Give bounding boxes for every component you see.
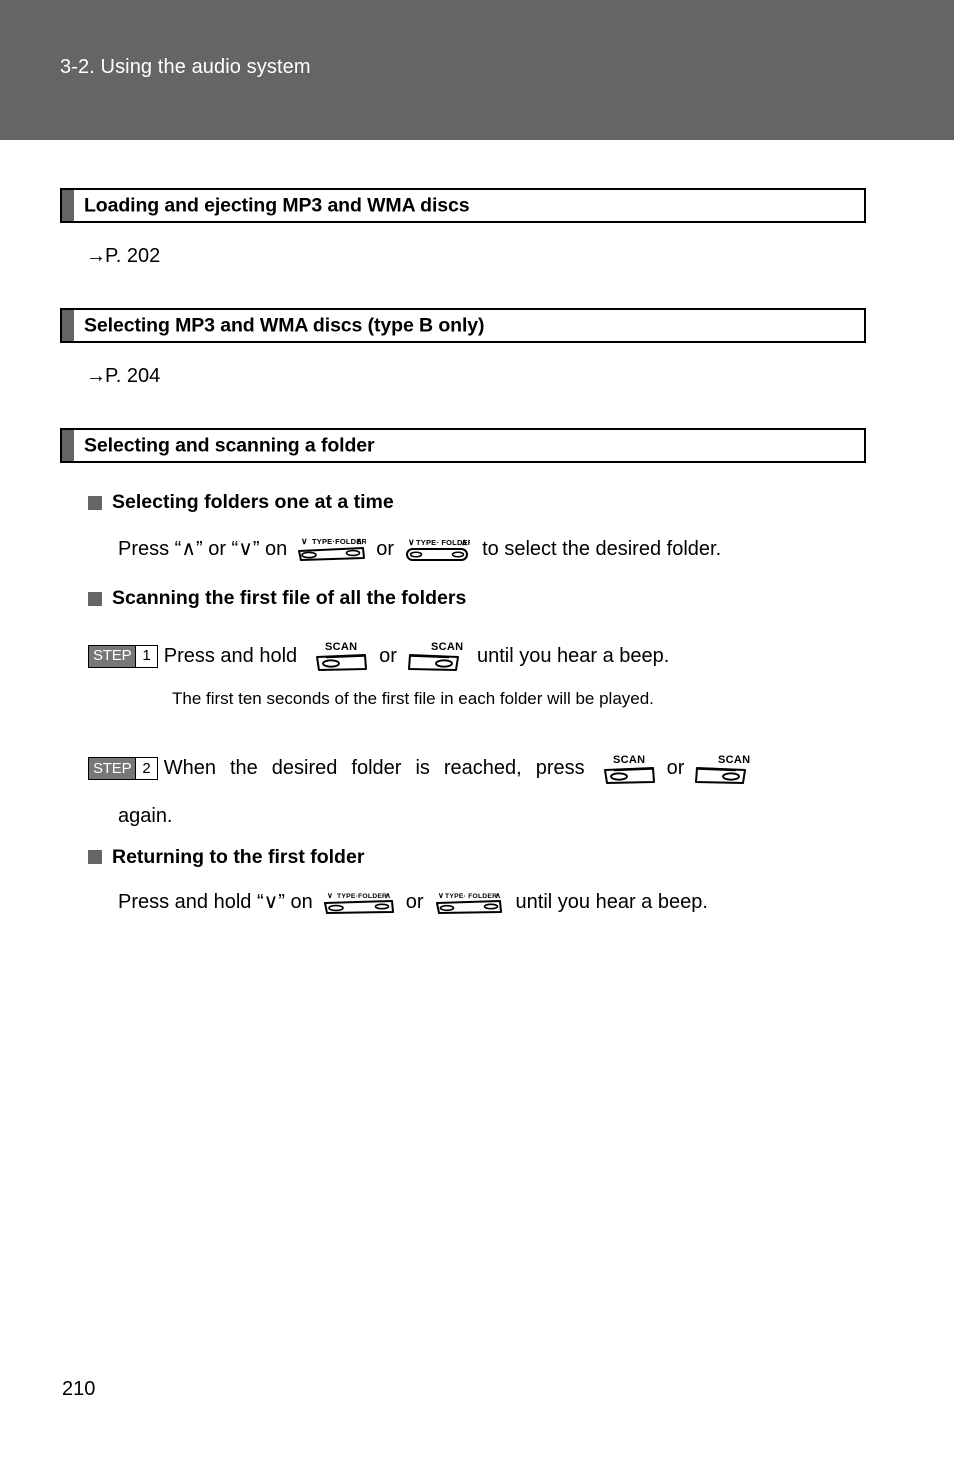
- section-header-loading-ejecting: Loading and ejecting MP3 and WMA discs: [60, 188, 866, 223]
- section-header-selecting-scanning-folder: Selecting and scanning a folder: [60, 428, 866, 463]
- arrow-right-icon: →: [86, 245, 106, 267]
- section-header-selecting-discs: Selecting MP3 and WMA discs (type B only…: [60, 308, 866, 343]
- svg-text:∨: ∨: [301, 536, 308, 546]
- type-folder-rocker-compact-icon[interactable]: ∨ TYPE· FOLDER ∧: [434, 888, 504, 918]
- step-badge-1: STEP 1: [88, 644, 158, 668]
- step-2-word: press: [535, 757, 585, 780]
- section-title: Selecting MP3 and WMA discs (type B only…: [84, 314, 485, 336]
- instruction-select-folder: Press “∧” or “∨” on ∨ TYPE·FOLDER ∧ or ∨…: [118, 533, 954, 565]
- svg-text:∧: ∧: [495, 891, 501, 900]
- type-folder-rocker-wide-icon[interactable]: ∨ TYPE·FOLDER ∧: [296, 533, 366, 565]
- page-number: 210: [62, 1378, 96, 1400]
- instruction-return-first-folder: Press and hold “∨” on ∨ TYPE·FOLDER ∧ or…: [118, 888, 954, 918]
- section-title: Selecting and scanning a folder: [84, 434, 375, 456]
- section-title: Loading and ejecting MP3 and WMA discs: [84, 194, 470, 216]
- square-bullet-icon: [88, 591, 102, 606]
- subheading-label: Returning to the first folder: [112, 845, 365, 868]
- subheading-label: Scanning the first file of all the folde…: [112, 587, 467, 609]
- svg-text:SCAN: SCAN: [718, 754, 750, 766]
- step-badge-2: STEP 2: [88, 757, 158, 781]
- page-header-band: 3-2. Using the audio system: [0, 0, 954, 140]
- step-badge-word: STEP: [89, 645, 136, 667]
- step-1-conjunction: or: [379, 644, 397, 667]
- subheading-returning-first-folder: Returning to the first folder: [88, 846, 954, 869]
- step-2-continuation: again.: [118, 804, 173, 827]
- step-2-word: folder: [351, 757, 402, 780]
- step-1-note: The first ten seconds of the first file …: [172, 689, 654, 708]
- step-2-word: desired: [271, 757, 338, 780]
- step-2-word: reached,: [443, 757, 522, 780]
- step-1-text-suffix: until you hear a beep.: [476, 644, 670, 667]
- instruction-conjunction: or: [376, 537, 395, 560]
- step-1-text-prefix: Press and hold: [163, 644, 298, 667]
- section-tab-marker: [62, 310, 74, 341]
- step-2-word: is: [415, 757, 430, 780]
- page-title: 3-2. Using the audio system: [60, 56, 311, 78]
- instruction-text-prefix: Press and hold “∨” on: [118, 891, 313, 914]
- step-2-conjunction: or: [666, 757, 685, 780]
- svg-text:TYPE·FOLDER: TYPE·FOLDER: [337, 893, 387, 900]
- page-content: Loading and ejecting MP3 and WMA discs →…: [0, 140, 954, 918]
- svg-text:SCAN: SCAN: [613, 754, 645, 766]
- step-2-word: When: [163, 757, 216, 780]
- section-tab-marker: [62, 430, 74, 461]
- svg-text:∧: ∧: [385, 891, 391, 900]
- step-badge-number: 1: [135, 645, 157, 667]
- cross-reference-loading-ejecting[interactable]: →P. 202: [86, 245, 954, 268]
- step-2-row: STEP 2 When the desired folder is reache…: [88, 749, 954, 789]
- step-1-row: STEP 1 Press and hold SCAN or SCAN until…: [88, 636, 954, 676]
- svg-text:∧: ∧: [461, 537, 468, 547]
- svg-text:∨: ∨: [408, 537, 415, 547]
- step-2-word: the: [229, 757, 258, 780]
- cross-reference-label: P. 202: [105, 245, 161, 267]
- instruction-text-prefix: Press “∧” or “∨” on: [118, 537, 288, 560]
- instruction-text-suffix: to select the desired folder.: [482, 537, 722, 560]
- instruction-text-suffix: until you hear a beep.: [515, 891, 708, 914]
- cross-reference-label: P. 204: [105, 365, 161, 387]
- step-badge-word: STEP: [89, 758, 136, 780]
- square-bullet-icon: [88, 850, 102, 865]
- scan-button-left-icon[interactable]: SCAN: [601, 749, 659, 789]
- subheading-selecting-folders-one-at-a-time: Selecting folders one at a time: [88, 491, 954, 514]
- svg-text:SCAN: SCAN: [431, 641, 463, 653]
- cross-reference-selecting-discs[interactable]: →P. 204: [86, 365, 954, 388]
- svg-text:TYPE· FOLDER: TYPE· FOLDER: [445, 893, 497, 900]
- type-folder-rocker-wide-icon[interactable]: ∨ TYPE·FOLDER ∧: [322, 888, 396, 918]
- step-badge-number: 2: [135, 758, 157, 780]
- type-folder-rocker-compact-icon[interactable]: ∨ TYPE· FOLDER ∧: [404, 533, 470, 565]
- svg-text:∧: ∧: [356, 536, 363, 546]
- subheading-scanning-first-file: Scanning the first file of all the folde…: [88, 587, 954, 610]
- instruction-conjunction: or: [405, 891, 424, 914]
- section-tab-marker: [62, 190, 74, 221]
- arrow-right-icon: →: [86, 365, 106, 387]
- svg-text:∨: ∨: [438, 891, 444, 900]
- scan-button-right-icon[interactable]: SCAN: [692, 749, 750, 789]
- scan-button-left-icon[interactable]: SCAN: [313, 636, 371, 676]
- svg-text:∨: ∨: [327, 891, 333, 900]
- svg-text:SCAN: SCAN: [325, 641, 357, 653]
- scan-button-right-icon[interactable]: SCAN: [405, 636, 463, 676]
- subheading-label: Selecting folders one at a time: [112, 491, 394, 513]
- square-bullet-icon: [88, 495, 102, 510]
